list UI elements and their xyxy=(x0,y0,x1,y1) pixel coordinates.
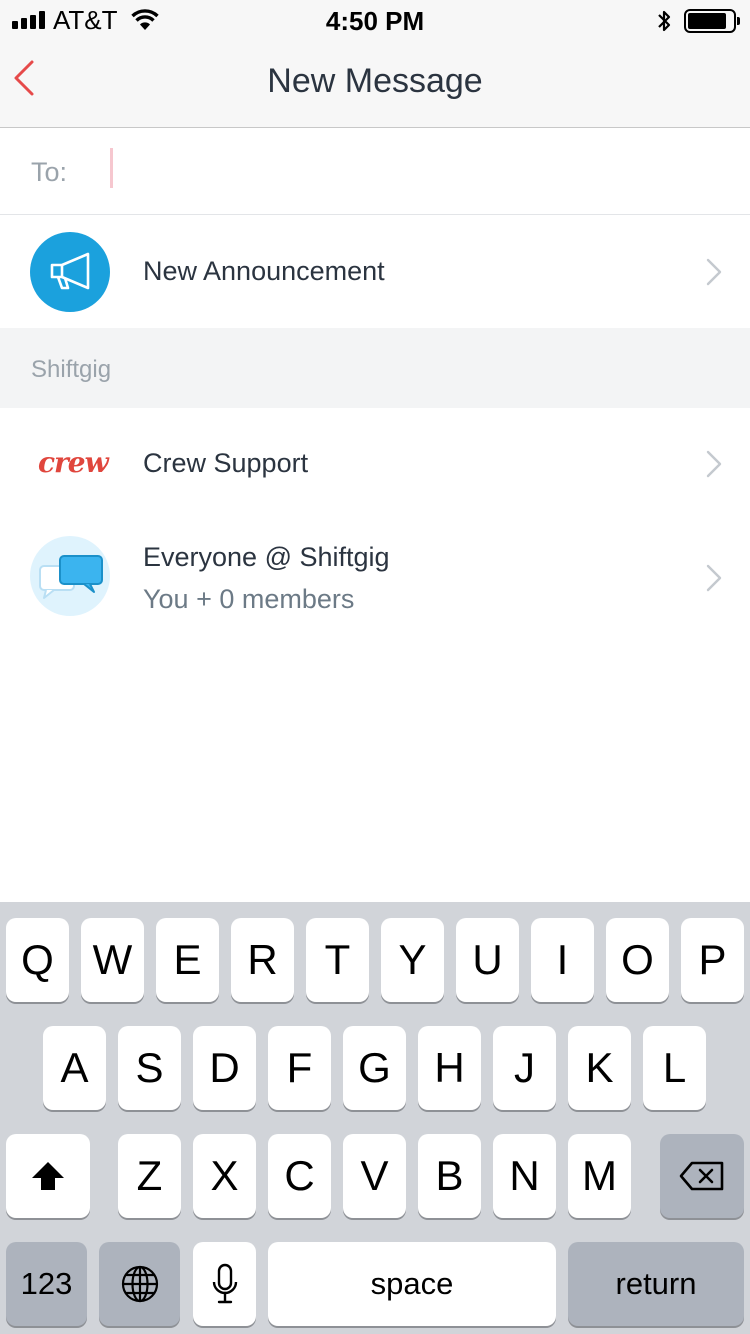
megaphone-icon xyxy=(50,252,90,290)
section-header: Shiftgig xyxy=(0,328,750,408)
key-h[interactable]: H xyxy=(418,1026,481,1110)
shift-key[interactable] xyxy=(6,1134,90,1218)
key-x[interactable]: X xyxy=(193,1134,256,1218)
conversation-subtitle: You + 0 members xyxy=(143,584,355,614)
backspace-icon xyxy=(679,1161,724,1191)
page-title: New Message xyxy=(267,62,483,100)
microphone-icon xyxy=(212,1263,237,1304)
key-p[interactable]: P xyxy=(681,918,744,1002)
announcement-avatar xyxy=(30,232,110,312)
recipient-input[interactable] xyxy=(108,147,708,189)
key-s[interactable]: S xyxy=(118,1026,181,1110)
key-j[interactable]: J xyxy=(493,1026,556,1110)
space-key[interactable]: space xyxy=(268,1242,556,1326)
section-title: Shiftgig xyxy=(31,356,112,383)
chevron-right-icon xyxy=(706,564,722,592)
conversation-crew-support[interactable]: crew Crew Support xyxy=(0,408,750,520)
key-k[interactable]: K xyxy=(568,1026,631,1110)
announcement-title: New Announcement xyxy=(143,256,385,286)
dictation-key[interactable] xyxy=(193,1242,256,1326)
key-z[interactable]: Z xyxy=(118,1134,181,1218)
key-e[interactable]: E xyxy=(156,918,219,1002)
bluetooth-icon xyxy=(658,10,671,32)
key-y[interactable]: Y xyxy=(381,918,444,1002)
key-r[interactable]: R xyxy=(231,918,294,1002)
numbers-key[interactable]: 123 xyxy=(6,1242,87,1326)
key-a[interactable]: A xyxy=(43,1026,106,1110)
globe-key[interactable] xyxy=(99,1242,180,1326)
key-q[interactable]: Q xyxy=(6,918,69,1002)
key-m[interactable]: M xyxy=(568,1134,631,1218)
key-v[interactable]: V xyxy=(343,1134,406,1218)
key-d[interactable]: D xyxy=(193,1026,256,1110)
key-b[interactable]: B xyxy=(418,1134,481,1218)
key-w[interactable]: W xyxy=(81,918,144,1002)
key-f[interactable]: F xyxy=(268,1026,331,1110)
chat-bubbles-icon xyxy=(39,555,103,599)
key-g[interactable]: G xyxy=(343,1026,406,1110)
key-l[interactable]: L xyxy=(643,1026,706,1110)
key-t[interactable]: T xyxy=(306,918,369,1002)
globe-icon xyxy=(121,1265,158,1303)
chevron-right-icon xyxy=(706,258,722,286)
conversation-title: Crew Support xyxy=(143,448,309,478)
status-bar: AT&T 4:50 PM xyxy=(0,0,750,40)
group-avatar xyxy=(30,536,110,616)
key-i[interactable]: I xyxy=(531,918,594,1002)
conversation-everyone[interactable]: Everyone @ Shiftgig You + 0 members xyxy=(0,520,750,640)
return-key[interactable]: return xyxy=(568,1242,744,1326)
text-cursor xyxy=(110,148,113,188)
conversation-title: Everyone @ Shiftgig xyxy=(143,542,390,572)
navigation-bar: New Message xyxy=(0,40,750,128)
key-n[interactable]: N xyxy=(493,1134,556,1218)
to-label: To: xyxy=(31,157,68,187)
key-o[interactable]: O xyxy=(606,918,669,1002)
key-c[interactable]: C xyxy=(268,1134,331,1218)
backspace-key[interactable] xyxy=(660,1134,744,1218)
chevron-right-icon xyxy=(706,450,722,478)
crew-logo: crew xyxy=(38,446,109,479)
key-u[interactable]: U xyxy=(456,918,519,1002)
status-time: 4:50 PM xyxy=(325,6,425,36)
battery-icon xyxy=(684,9,740,33)
new-announcement-item[interactable]: New Announcement xyxy=(0,216,750,328)
keyboard: Q W E R T Y U I O P A S D F G H J K L Z … xyxy=(0,902,750,1334)
shift-icon xyxy=(32,1162,64,1190)
